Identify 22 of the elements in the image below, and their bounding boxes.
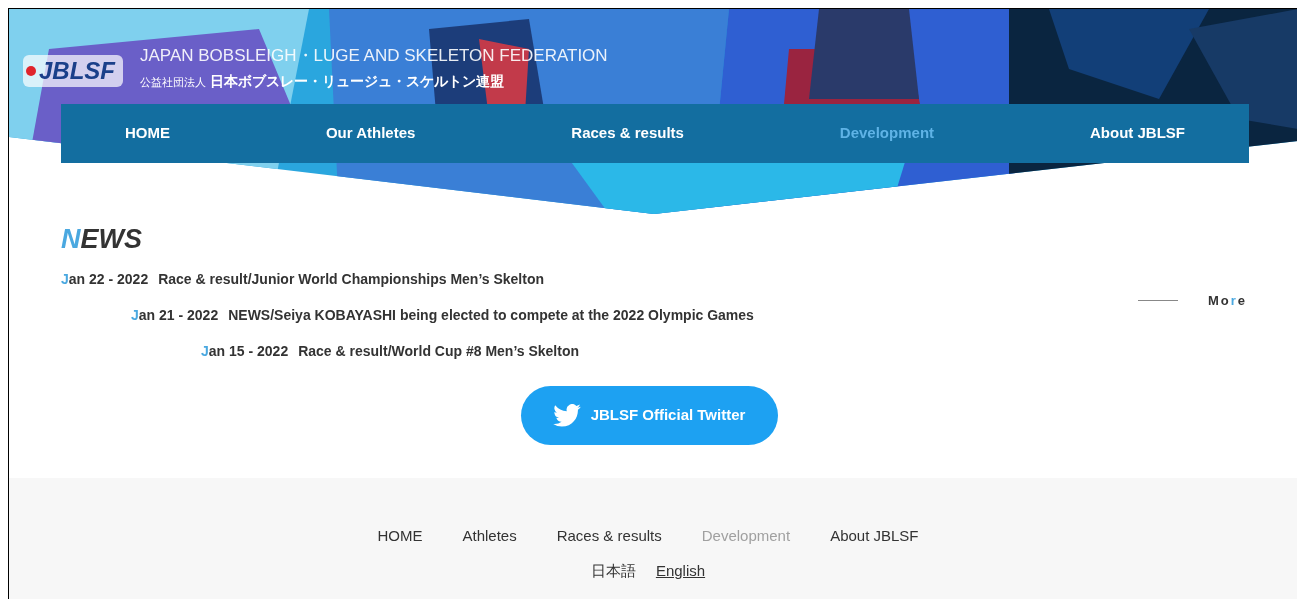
news-date: Jan 15 - 2022 bbox=[201, 342, 289, 361]
footer-link[interactable]: About JBLSF bbox=[830, 528, 919, 543]
more-link[interactable]: More bbox=[1207, 291, 1247, 311]
news-link[interactable]: NEWS/Seiya KOBAYASHI being elected to compete at the 2022 Olympic Games bbox=[228, 304, 754, 326]
footer-link[interactable]: Races & results bbox=[556, 528, 662, 543]
nav-link[interactable]: HOME bbox=[125, 122, 170, 145]
news-link[interactable]: Race & result/World Cup #8 Men’s Skelton bbox=[298, 340, 580, 362]
language-link[interactable]: English bbox=[655, 563, 706, 578]
news-date: Jan 21 - 2022 bbox=[131, 306, 219, 325]
nav-link[interactable]: Our Athletes bbox=[325, 122, 416, 145]
logo-text: JBLSF bbox=[39, 56, 117, 86]
nav-link[interactable]: Races & results bbox=[571, 122, 684, 145]
nav-link[interactable]: About JBLSF bbox=[1090, 122, 1185, 145]
language-link[interactable]: 日本語 bbox=[590, 563, 636, 578]
news-heading: NEWS bbox=[61, 226, 143, 256]
footer-link[interactable]: HOME bbox=[377, 528, 423, 543]
news-date: Jan 22 - 2022 bbox=[61, 270, 149, 289]
bird-icon bbox=[552, 404, 581, 427]
org-type-label: 公益社団法人 bbox=[140, 75, 206, 90]
news-link[interactable]: Race & result/Junior World Championships Men’s Skelton bbox=[158, 268, 545, 290]
divider-line bbox=[1137, 300, 1178, 302]
footer-link[interactable]: Athletes bbox=[462, 528, 517, 543]
